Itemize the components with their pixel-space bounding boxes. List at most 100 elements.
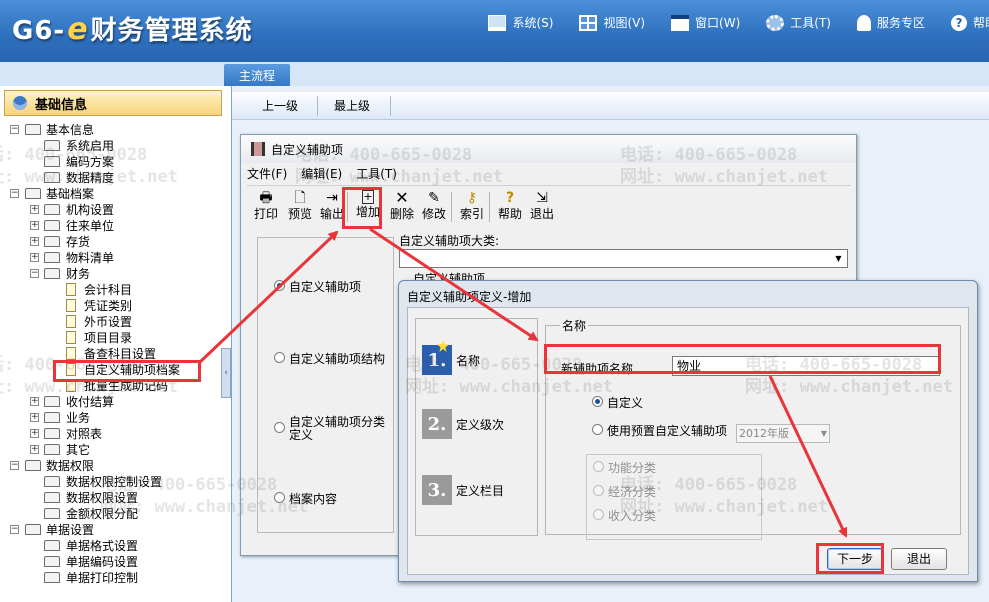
folder-icon bbox=[44, 172, 60, 183]
help-button[interactable]: ? 帮助 bbox=[493, 188, 527, 224]
tree-item[interactable]: 系统启用 bbox=[0, 138, 225, 154]
menu-system[interactable]: 系统(S) bbox=[488, 14, 553, 31]
tree-item[interactable]: 单据编码设置 bbox=[0, 554, 225, 570]
radio-income-class[interactable]: 收入分类 bbox=[593, 507, 656, 524]
dialog-body: 1. 名称 2. 定义级次 3. 定义栏目 名称 新辅助项名称 物业 自定义 使用预置… bbox=[407, 307, 969, 575]
step-levels: 2. 定义级次 bbox=[422, 409, 504, 439]
next-button[interactable]: 下一步 bbox=[827, 548, 883, 570]
new-aux-name-input[interactable]: 物业 bbox=[672, 356, 940, 376]
menu-file[interactable]: 文件(F) bbox=[247, 165, 287, 183]
tree-item[interactable]: − 基础档案 bbox=[0, 186, 225, 202]
grid-view-icon bbox=[579, 14, 598, 31]
tree-item[interactable]: 数据精度 bbox=[0, 170, 225, 186]
tree-item[interactable]: 批量生成助记码 bbox=[0, 378, 225, 394]
tree-item[interactable]: 编码方案 bbox=[0, 154, 225, 170]
preview-icon: 🗋 bbox=[294, 190, 306, 206]
tree-item[interactable]: + 收付结算 bbox=[0, 394, 225, 410]
tree-item[interactable]: + 其它 bbox=[0, 442, 225, 458]
folder-icon bbox=[25, 188, 41, 199]
tree-item[interactable]: 备查科目设置 bbox=[0, 346, 225, 362]
tree-item[interactable]: + 往来单位 bbox=[0, 218, 225, 234]
tree-item[interactable]: − 单据设置 bbox=[0, 522, 225, 538]
tree-item-custom-aux-archive[interactable]: 自定义辅助项档案 bbox=[0, 362, 225, 378]
menu-help[interactable]: ?帮助 bbox=[950, 14, 989, 31]
print-button[interactable]: 🖶 打印 bbox=[249, 188, 283, 224]
tab-main-flow[interactable]: 主流程 bbox=[224, 64, 290, 86]
help-icon: ? bbox=[950, 14, 967, 31]
nav-top-button[interactable]: 最上级 bbox=[334, 96, 370, 116]
chevron-down-icon: ▼ bbox=[835, 254, 842, 263]
menu-view[interactable]: 视图(V) bbox=[579, 14, 645, 31]
tree-item[interactable]: − 数据权限 bbox=[0, 458, 225, 474]
menu-window[interactable]: 窗口(W) bbox=[671, 14, 740, 31]
radio-custom[interactable]: 自定义 bbox=[592, 394, 643, 411]
wizard-steps: 1. 名称 2. 定义级次 3. 定义栏目 bbox=[415, 318, 538, 536]
tree-item[interactable]: 单据打印控制 bbox=[0, 570, 225, 586]
folder-icon bbox=[44, 412, 60, 423]
menu-tools[interactable]: 工具(T) bbox=[356, 165, 397, 183]
folder-icon bbox=[44, 268, 60, 279]
radio-archive-content[interactable]: 档案内容 bbox=[274, 490, 337, 507]
delete-button[interactable]: ✕ 删除 bbox=[385, 188, 419, 224]
window-icon bbox=[671, 14, 690, 31]
radio-custom-aux-structure[interactable]: 自定义辅助项结构 bbox=[274, 350, 385, 367]
category-select[interactable]: ▼ bbox=[399, 249, 848, 268]
tree-item[interactable]: 会计科目 bbox=[0, 282, 225, 298]
document-icon bbox=[66, 347, 76, 360]
tree-item[interactable]: 单据格式设置 bbox=[0, 538, 225, 554]
user-icon bbox=[13, 96, 27, 110]
radio-custom-aux-category[interactable]: 自定义辅助项分类定义 bbox=[274, 416, 390, 442]
preset-category-group: 功能分类 经济分类 收入分类 bbox=[586, 454, 762, 540]
index-button[interactable]: ⚷ 索引 bbox=[455, 188, 489, 224]
tree-item[interactable]: + 机构设置 bbox=[0, 202, 225, 218]
tree-item[interactable]: 凭证类别 bbox=[0, 298, 225, 314]
folder-icon bbox=[44, 572, 60, 583]
tree-item[interactable]: 金额权限分配 bbox=[0, 506, 225, 522]
menu-edit[interactable]: 编辑(E) bbox=[301, 165, 342, 183]
export-button[interactable]: ⇥ 输出 bbox=[315, 188, 349, 224]
radio-economic-class[interactable]: 经济分类 bbox=[593, 483, 656, 500]
sidebar-tree: − 基本信息 系统启用 编码方案 数据精度 − 基础档案 + 机构设置 + 往来单位 +… bbox=[0, 122, 225, 586]
radio-custom-aux[interactable]: 自定义辅助项 bbox=[274, 278, 361, 295]
document-icon bbox=[66, 331, 76, 344]
preset-version-select[interactable]: 2012年版 ▼ bbox=[736, 424, 830, 443]
menu-service[interactable]: 服务专区 bbox=[856, 14, 925, 31]
folder-icon bbox=[44, 508, 60, 519]
dialog-exit-button[interactable]: 退出 bbox=[891, 548, 947, 570]
document-icon bbox=[66, 315, 76, 328]
exit-button[interactable]: ⇲ 退出 bbox=[525, 188, 559, 224]
nav-toolbar: 上一级 最上级 bbox=[232, 92, 989, 120]
tree-item[interactable]: + 业务 bbox=[0, 410, 225, 426]
monitor-icon bbox=[488, 14, 507, 31]
aux-type-panel: 自定义辅助项 自定义辅助项结构 自定义辅助项分类定义 档案内容 bbox=[257, 237, 394, 533]
tree-item[interactable]: + 对照表 bbox=[0, 426, 225, 442]
nav-up-button[interactable]: 上一级 bbox=[262, 96, 298, 116]
menu-tools[interactable]: 工具(T) bbox=[766, 14, 831, 31]
folder-icon bbox=[44, 476, 60, 487]
folder-icon bbox=[44, 556, 60, 567]
preview-button[interactable]: 🗋 预览 bbox=[283, 188, 317, 224]
tree-item[interactable]: 外币设置 bbox=[0, 314, 225, 330]
step-columns: 3. 定义栏目 bbox=[422, 475, 504, 505]
tree-item[interactable]: 数据权限控制设置 bbox=[0, 474, 225, 490]
folder-icon bbox=[44, 396, 60, 407]
folder-icon bbox=[44, 156, 60, 167]
add-button[interactable]: + 增加 bbox=[351, 188, 385, 224]
tree-item[interactable]: + 存货 bbox=[0, 234, 225, 250]
edit-button[interactable]: ✎ 修改 bbox=[417, 188, 451, 224]
collapse-sidebar-handle[interactable]: ‹ bbox=[221, 348, 231, 398]
window-title-bar[interactable]: 自定义辅助项 bbox=[241, 135, 856, 163]
top-menu: 系统(S) 视图(V) 窗口(W) 工具(T) 服务专区 ?帮助 bbox=[462, 14, 989, 31]
tree-item[interactable]: − 基本信息 bbox=[0, 122, 225, 138]
tree-item[interactable]: − 财务 bbox=[0, 266, 225, 282]
tree-item[interactable]: 数据权限设置 bbox=[0, 490, 225, 506]
window-menu-bar: 文件(F) 编辑(E) 工具(T) bbox=[247, 165, 411, 183]
books-icon bbox=[251, 142, 265, 156]
document-icon bbox=[66, 363, 76, 376]
tree-item[interactable]: + 物料清单 bbox=[0, 250, 225, 266]
tree-item[interactable]: 项目目录 bbox=[0, 330, 225, 346]
radio-use-preset[interactable]: 使用预置自定义辅助项 bbox=[592, 422, 727, 439]
window-toolbar: 🖶 打印 🗋 预览 ⇥ 输出 + 增加 ✕ 删除 ✎ 修改 ⚷ 索引 ? 帮助 ⇲ 退出 bbox=[247, 185, 851, 225]
delete-icon: ✕ bbox=[395, 188, 409, 207]
radio-function-class[interactable]: 功能分类 bbox=[593, 459, 656, 476]
